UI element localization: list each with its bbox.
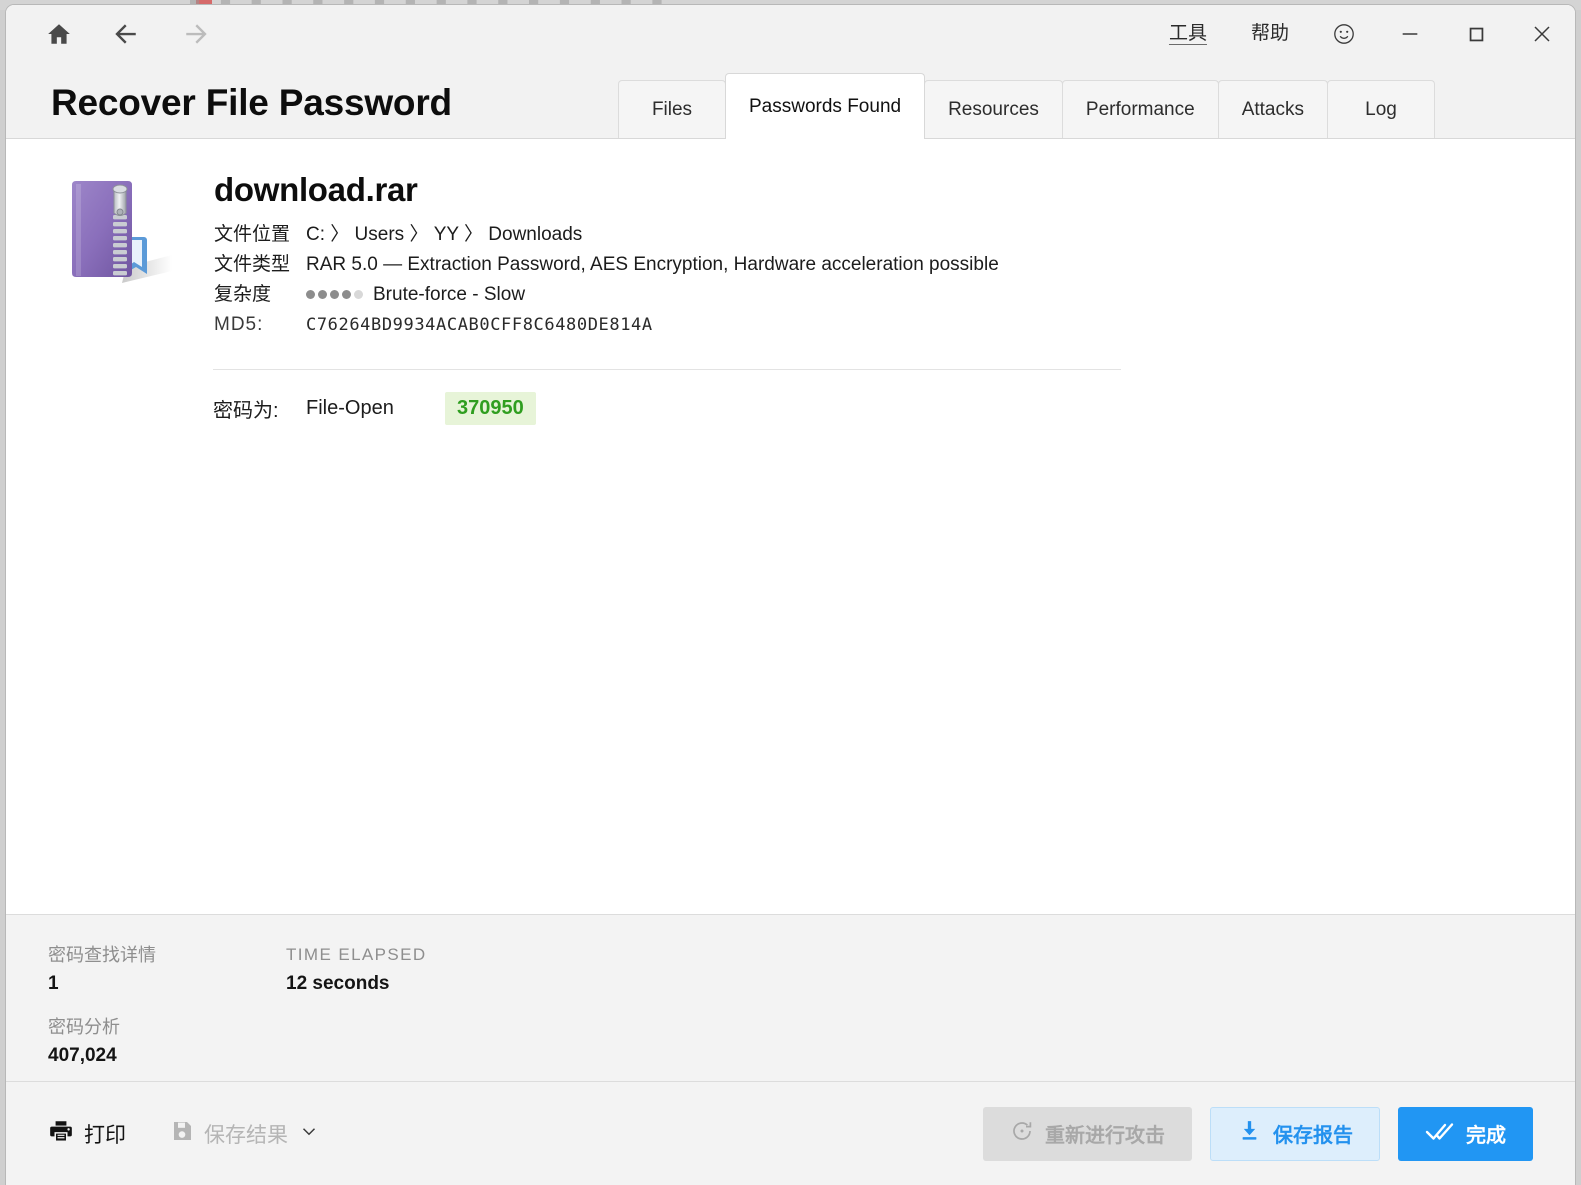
- complexity-rating-dots: [306, 290, 363, 300]
- password-kind: File-Open: [306, 397, 394, 419]
- close-icon[interactable]: [1509, 5, 1575, 63]
- stats-column-left: 密码查找详情 1 密码分析 407,024: [48, 941, 286, 1081]
- file-location-row: 文件位置 C: 〉 Users 〉 YY 〉 Downloads: [214, 220, 999, 250]
- file-complexity-value-group: Brute-force - Slow: [306, 280, 525, 310]
- file-md5-row: MD5: C76264BD9934ACAB0CFF8C6480DE814A: [214, 310, 999, 340]
- title-bar: 工具 帮助: [6, 5, 1575, 63]
- app-header: Recover File Password Files Passwords Fo…: [6, 63, 1575, 139]
- file-md5-value: C76264BD9934ACAB0CFF8C6480DE814A: [306, 315, 653, 335]
- done-label: 完成: [1466, 1125, 1506, 1147]
- home-icon[interactable]: [38, 13, 80, 55]
- file-md5-label: MD5:: [214, 314, 264, 335]
- tab-passwords-found[interactable]: Passwords Found: [725, 73, 926, 139]
- arrow-right-icon: [174, 13, 216, 55]
- section-divider: [213, 369, 1121, 370]
- file-type-value: RAR 5.0 — Extraction Password, AES Encry…: [306, 254, 999, 275]
- smiley-icon[interactable]: [1311, 5, 1377, 63]
- refresh-icon: [1010, 1119, 1034, 1149]
- save-report-button[interactable]: 保存报告: [1210, 1106, 1380, 1161]
- passwords-found-count: 1: [48, 973, 59, 994]
- passwords-analyzed-count: 407,024: [48, 1045, 117, 1066]
- tab-performance[interactable]: Performance: [1061, 80, 1219, 138]
- file-type-label: 文件类型: [214, 254, 291, 275]
- chevron-down-icon[interactable]: [298, 1120, 320, 1148]
- action-bar: 打印 保存结果 重新进行攻击 保存报告 完成: [6, 1081, 1575, 1185]
- save-results-label: 保存结果: [204, 1123, 288, 1147]
- file-details: download.rar 文件位置 C: 〉 Users 〉 YY 〉 Down…: [214, 167, 999, 340]
- time-elapsed-label: TIME ELAPSED: [286, 945, 427, 964]
- menu-item-tools[interactable]: 工具: [1147, 5, 1229, 63]
- print-button[interactable]: 打印: [48, 1118, 126, 1150]
- password-label: 密码为:: [213, 400, 279, 422]
- page-title: Recover File Password: [51, 82, 452, 123]
- rar-archive-icon: [54, 167, 214, 340]
- time-elapsed-value: 12 seconds: [286, 973, 390, 994]
- app-window: 工具 帮助 Recover File Password Files Passwo…: [5, 4, 1576, 1185]
- tab-files[interactable]: Files: [618, 80, 726, 138]
- double-check-icon: [1425, 1118, 1455, 1150]
- tab-bar: Files Passwords Found Resources Performa…: [618, 73, 1435, 139]
- statistics-panel: 密码查找详情 1 密码分析 407,024 TIME ELAPSED 12 se…: [6, 914, 1575, 1081]
- file-location-value: C: 〉 Users 〉 YY 〉 Downloads: [306, 224, 583, 245]
- done-button[interactable]: 完成: [1398, 1106, 1533, 1161]
- file-complexity-text: Brute-force - Slow: [373, 284, 526, 305]
- file-complexity-label: 复杂度: [214, 284, 272, 305]
- titlebar-right-controls: 工具 帮助: [1147, 5, 1575, 63]
- file-name: download.rar: [214, 171, 418, 208]
- print-label: 打印: [84, 1123, 126, 1147]
- passwords-analyzed-label: 密码分析: [48, 1017, 120, 1037]
- maximize-icon[interactable]: [1443, 5, 1509, 63]
- file-location-label: 文件位置: [214, 224, 291, 245]
- left-actions: 打印 保存结果: [48, 1118, 320, 1150]
- menu-item-help[interactable]: 帮助: [1229, 5, 1311, 63]
- tab-resources[interactable]: Resources: [924, 80, 1063, 138]
- rerun-attack-label: 重新进行攻击: [1045, 1125, 1165, 1147]
- floppy-disk-icon: [170, 1119, 194, 1149]
- passwords-found-label: 密码查找详情: [48, 945, 156, 965]
- tab-attacks[interactable]: Attacks: [1217, 80, 1328, 138]
- save-report-label: 保存报告: [1273, 1125, 1353, 1147]
- rerun-attack-button: 重新进行攻击: [983, 1106, 1192, 1161]
- password-value[interactable]: 370950: [445, 392, 536, 425]
- save-results-button: 保存结果: [170, 1119, 320, 1149]
- main-content: download.rar 文件位置 C: 〉 Users 〉 YY 〉 Down…: [6, 139, 1575, 914]
- stats-column-right: TIME ELAPSED 12 seconds: [286, 941, 427, 1081]
- file-type-row: 文件类型 RAR 5.0 — Extraction Password, AES …: [214, 250, 999, 280]
- file-complexity-row: 复杂度 Brute-force - Slow: [214, 280, 999, 310]
- navigation-controls: [6, 13, 216, 55]
- download-icon: [1237, 1118, 1262, 1149]
- printer-icon: [48, 1118, 74, 1150]
- file-summary: download.rar 文件位置 C: 〉 Users 〉 YY 〉 Down…: [6, 139, 1575, 340]
- recovered-password-row: 密码为: File-Open 370950: [213, 392, 1575, 425]
- minimize-icon[interactable]: [1377, 5, 1443, 63]
- right-actions: 重新进行攻击 保存报告 完成: [983, 1106, 1533, 1161]
- tab-log[interactable]: Log: [1327, 80, 1435, 138]
- arrow-left-icon[interactable]: [106, 13, 148, 55]
